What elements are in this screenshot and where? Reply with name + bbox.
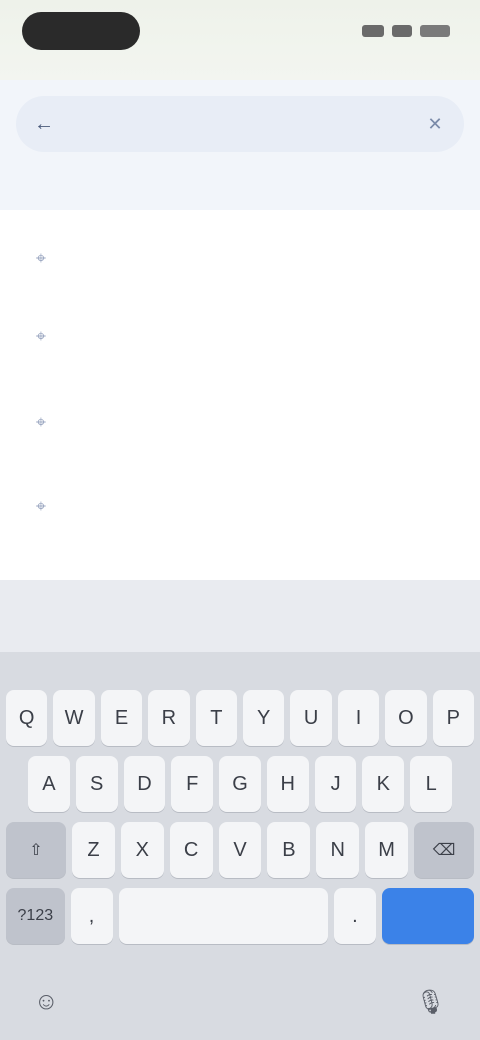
shift-key[interactable]: ⇧: [6, 822, 66, 878]
key-z[interactable]: Z: [72, 822, 115, 878]
on-screen-keyboard: Q W E R T Y U I O P A S D F G H J K L ⇧ …: [0, 652, 480, 1040]
key-x[interactable]: X: [120, 822, 164, 878]
go-key[interactable]: [381, 888, 475, 944]
space-key[interactable]: [118, 888, 328, 944]
key-r[interactable]: R: [148, 690, 190, 746]
location-pin-icon: ⌖: [35, 248, 47, 268]
backspace-key[interactable]: ⌫: [414, 822, 475, 878]
key-i[interactable]: I: [337, 690, 380, 746]
key-a[interactable]: A: [27, 756, 70, 812]
key-b[interactable]: B: [267, 822, 311, 878]
location-pin-icon: ⌖: [35, 326, 47, 346]
location-pin-icon: ⌖: [35, 496, 47, 516]
key-m[interactable]: M: [365, 822, 409, 878]
location-pin-icon: ⌖: [35, 412, 47, 432]
key-p[interactable]: P: [432, 690, 475, 746]
key-g[interactable]: G: [219, 756, 261, 812]
keyboard-row-4: ?123 , .: [0, 888, 480, 944]
keyboard-suggestion-bar: [0, 580, 480, 652]
key-d[interactable]: D: [123, 756, 166, 812]
wifi-icon: [392, 25, 412, 37]
emoji-icon[interactable]: ☺: [34, 988, 59, 1016]
key-c[interactable]: C: [169, 822, 213, 878]
key-y[interactable]: Y: [243, 690, 285, 746]
key-h[interactable]: H: [266, 756, 309, 812]
key-n[interactable]: N: [316, 822, 360, 878]
search-header: ← ✕: [0, 80, 480, 210]
status-icons: [362, 20, 450, 42]
key-v[interactable]: V: [218, 822, 262, 878]
key-q[interactable]: Q: [5, 690, 48, 746]
key-k[interactable]: K: [362, 756, 405, 812]
key-j[interactable]: J: [314, 756, 357, 812]
signal-icon: [362, 25, 384, 37]
status-time: [22, 12, 140, 50]
keyboard-bottom-bar: ☺ 🎙: [0, 964, 480, 1040]
key-s[interactable]: S: [75, 756, 118, 812]
close-icon[interactable]: ✕: [424, 113, 446, 135]
period-key[interactable]: .: [333, 888, 376, 944]
keyboard-row-2: A S D F G H J K L: [0, 756, 480, 812]
numbers-key[interactable]: ?123: [6, 888, 65, 944]
key-l[interactable]: L: [410, 756, 453, 812]
search-box[interactable]: ← ✕: [16, 96, 464, 152]
keyboard-row-1: Q W E R T Y U I O P: [0, 690, 480, 746]
keyboard-row-3: ⇧ Z X C V B N M ⌫: [0, 822, 480, 878]
key-f[interactable]: F: [171, 756, 214, 812]
key-e[interactable]: E: [100, 690, 143, 746]
key-u[interactable]: U: [290, 690, 332, 746]
search-input[interactable]: [74, 114, 424, 134]
status-bar: [0, 0, 480, 80]
key-w[interactable]: W: [53, 690, 95, 746]
arrow-left-icon[interactable]: ←: [34, 113, 56, 135]
comma-key[interactable]: ,: [70, 888, 113, 944]
microphone-icon[interactable]: 🎙: [416, 988, 446, 1017]
battery-icon: [420, 25, 450, 37]
key-o[interactable]: O: [385, 690, 427, 746]
key-t[interactable]: T: [195, 690, 237, 746]
